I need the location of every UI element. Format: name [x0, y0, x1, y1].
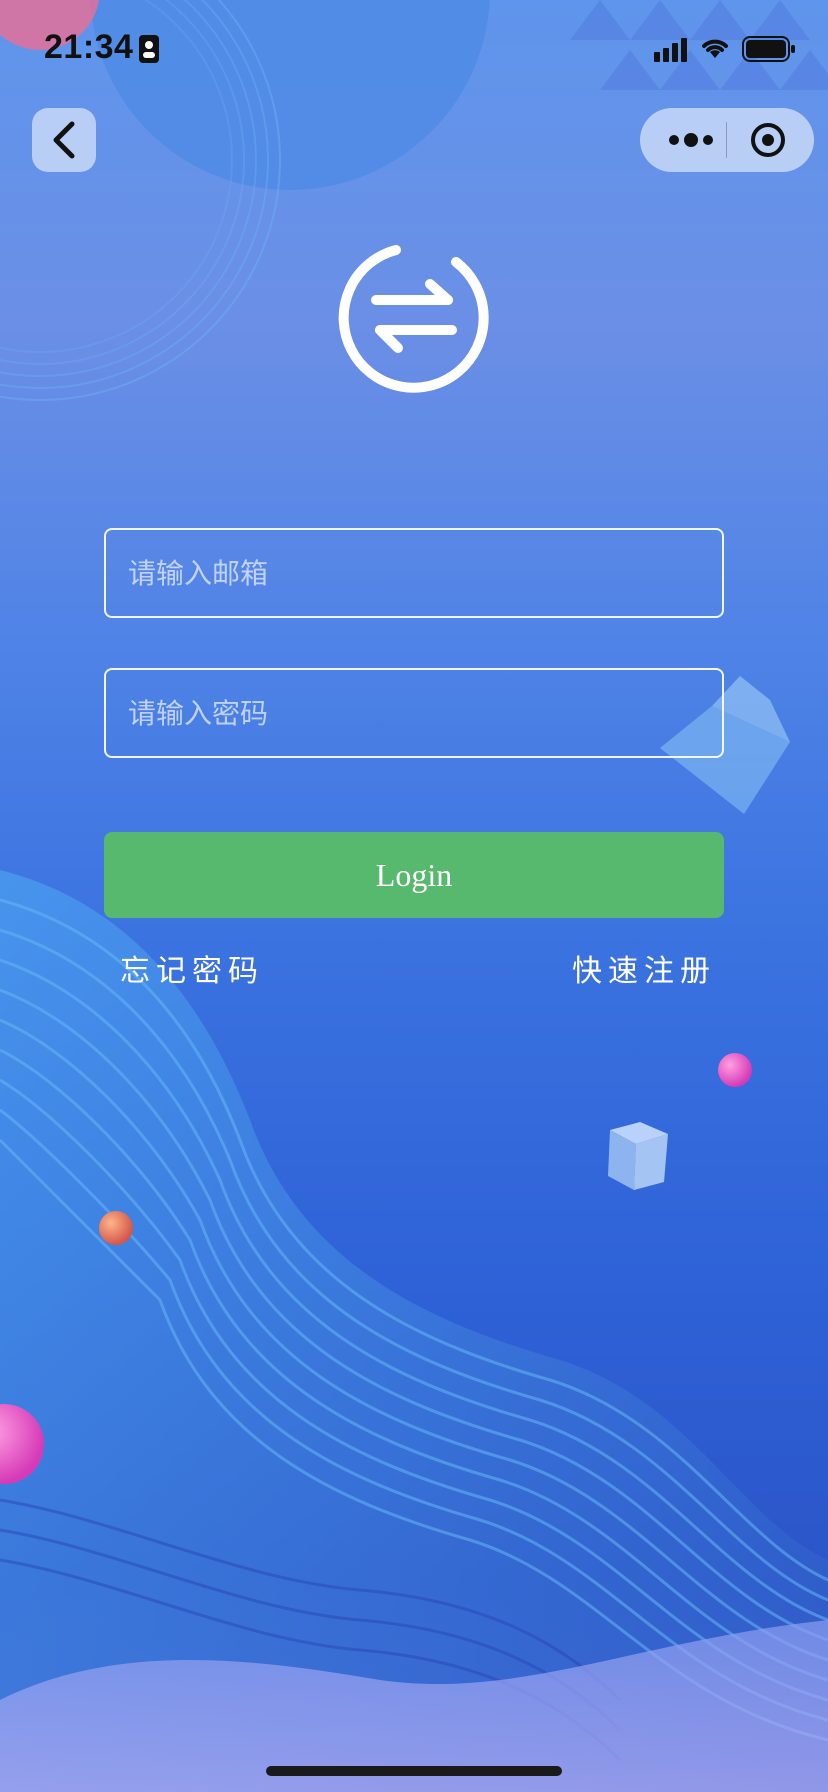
more-dots-icon[interactable] — [666, 128, 716, 152]
target-circle-icon[interactable] — [750, 122, 786, 158]
swap-arrows-icon — [338, 245, 489, 393]
contact-card-icon — [139, 35, 159, 63]
quick-register-link[interactable]: 快速注册 — [572, 946, 716, 990]
chevron-left-icon — [53, 121, 75, 159]
wifi-icon — [702, 39, 728, 58]
mini-program-capsule — [640, 108, 814, 172]
login-screen: 21:34 请输入邮箱 Login 忘记密码 快速注册 — [0, 0, 828, 1792]
email-input[interactable] — [106, 530, 722, 616]
battery-icon — [742, 36, 795, 62]
capsule-divider — [726, 122, 727, 158]
login-button[interactable]: Login — [104, 832, 724, 918]
home-indicator — [266, 1766, 562, 1776]
signal-icon — [654, 38, 687, 62]
forgot-password-link[interactable]: 忘记密码 — [120, 946, 264, 990]
status-bar: 21:34 — [0, 0, 828, 100]
email-field — [104, 528, 724, 618]
status-time: 21:34 — [44, 28, 134, 66]
password-field — [104, 668, 724, 758]
password-input[interactable] — [106, 670, 722, 756]
back-button[interactable] — [32, 108, 96, 172]
